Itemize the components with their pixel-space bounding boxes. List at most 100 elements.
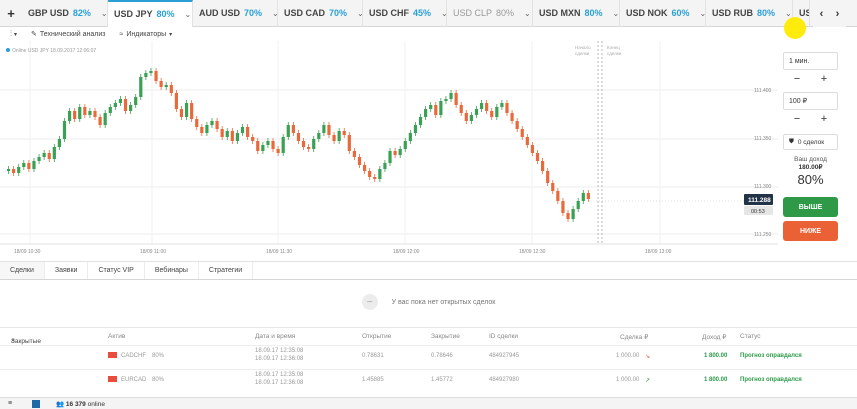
tab-usd-jpy[interactable]: USD JPY80%⌄✕: [108, 0, 193, 27]
indicators-button[interactable]: ≈ Индикаторы ▾: [120, 31, 173, 38]
technical-analysis-button[interactable]: ✎ Технический анализ: [31, 30, 106, 39]
candle-body: [540, 161, 545, 171]
candle-body: [47, 153, 51, 159]
candle-body: [413, 125, 418, 133]
tab-gbp-usd[interactable]: GBP USD82%⌄✕: [22, 0, 108, 27]
tab-usd-clp[interactable]: USD CLP80%⌄✕: [447, 0, 533, 27]
amount-decrease-button[interactable]: −: [784, 112, 810, 126]
close-price: 0.78646: [431, 353, 453, 359]
candle-body: [403, 141, 407, 149]
candle-body: [12, 169, 16, 173]
expiry-time-field[interactable]: 1 мин.: [783, 52, 838, 70]
col-income: Доход ₽: [702, 334, 727, 341]
chevron-down-icon[interactable]: ⌄: [185, 10, 192, 19]
time-decrease-button[interactable]: −: [784, 72, 810, 86]
candle-body: [52, 147, 56, 159]
candle-body: [449, 93, 453, 99]
chevron-down-icon[interactable]: ⌄: [101, 9, 107, 18]
candle-body: [271, 141, 275, 149]
candle-body: [73, 111, 77, 119]
candle-body: [352, 151, 357, 157]
candle-body: [368, 171, 372, 177]
tab-orders[interactable]: Заявки: [45, 262, 89, 279]
add-tab-button[interactable]: +: [0, 0, 22, 27]
tab-payout: 45%: [413, 8, 432, 18]
tab-usd-nok[interactable]: USD NOK60%⌄✕: [620, 0, 706, 27]
menu-icon[interactable]: ≡: [8, 400, 12, 407]
candle-body: [83, 107, 87, 115]
chevron-down-icon[interactable]: ⌄: [785, 9, 792, 18]
candle-body: [37, 157, 41, 161]
chevron-down-icon[interactable]: ⌄: [613, 9, 619, 18]
tabs-prev-button[interactable]: ‹: [813, 0, 830, 27]
tab-payout: 80%: [757, 8, 776, 18]
candle-body: [245, 127, 250, 137]
time-increase-button[interactable]: +: [811, 72, 837, 86]
candle-body: [67, 111, 72, 121]
tabs-next-button[interactable]: ›: [829, 0, 846, 27]
chevron-down-icon[interactable]: ⌄: [524, 9, 531, 18]
status: Прогноз оправдался: [740, 377, 802, 383]
minus-circle-icon: −: [361, 294, 378, 310]
candle-body: [327, 125, 331, 135]
income: 1 800.00: [704, 377, 728, 383]
chart-type-selector[interactable]: ⫶ ▾: [10, 29, 17, 39]
candle-body: [515, 121, 519, 129]
candle-body: [144, 73, 148, 77]
candle-body: [93, 111, 97, 117]
open-deals-empty: − У вас пока нет открытых сделок: [0, 287, 857, 317]
candle-body: [190, 103, 194, 119]
candle-body: [159, 81, 163, 87]
tab-usd-cad[interactable]: USD CAD70%⌄✕: [278, 0, 363, 27]
candle-body: [6, 169, 11, 171]
table-row[interactable]: CADCHF 80% 18.09.17 12:35:08 18.09.17 12:36…: [0, 345, 857, 369]
tab-usd-chf[interactable]: USD CHF45%⌄✕: [363, 0, 447, 27]
tab-aud-usd[interactable]: AUD USD70%⌄✕: [193, 0, 278, 27]
tab-usd-rub[interactable]: USD RUB80%⌄✕: [706, 0, 793, 27]
tab-usd-mxn[interactable]: USD MXN80%⌄✕: [533, 0, 620, 27]
candle-body: [256, 141, 260, 151]
time-tick-label: 18/09 12:30: [519, 249, 546, 255]
candle-body: [174, 93, 178, 109]
flag: [108, 352, 117, 358]
candle-body: [342, 131, 346, 135]
candle-body: [429, 105, 433, 109]
candle-body: [418, 117, 423, 125]
candle-body: [32, 161, 36, 169]
tab-strategies[interactable]: Стратегии: [199, 262, 254, 279]
candle-body: [439, 101, 443, 115]
lower-button[interactable]: НИЖЕ: [783, 221, 838, 241]
tab-payout: 60%: [671, 8, 690, 18]
candle-body: [586, 193, 590, 199]
tab-vip[interactable]: Статус VIP: [88, 262, 145, 279]
income-block: Ваш доход 180.00₽ 80%: [794, 156, 827, 187]
status: Прогноз оправдался: [740, 353, 802, 359]
tab-deals[interactable]: Сделки: [0, 262, 45, 279]
candle-body: [490, 111, 494, 117]
table-row[interactable]: EURCAD 80% 18.09.17 12:35:08 18.09.17 12:36…: [0, 369, 857, 393]
shield-icon: ⛊: [789, 138, 794, 145]
candle-body: [495, 107, 499, 117]
tab-webinars[interactable]: Вебинары: [145, 262, 199, 279]
price-tick-label: 111.400: [754, 88, 772, 94]
direction-icon: ↗: [645, 378, 651, 384]
candle-body: [474, 109, 479, 115]
asset-tabs-bar: + GBP USD82%⌄✕USD JPY80%⌄✕AUD USD70%⌄✕US…: [0, 0, 857, 27]
cursor-highlight: [784, 17, 806, 39]
amount-increase-button[interactable]: +: [811, 112, 837, 126]
current-price-label: 111.288: [748, 197, 771, 204]
price-chart[interactable]: 111.400 111.350 111.300 111.250 18/09 10:30 1…: [0, 41, 780, 259]
date-close: 18.09.17 12:36:08: [255, 380, 304, 386]
candle-body: [322, 125, 326, 133]
amount-field[interactable]: 100 ₽: [783, 92, 838, 110]
tab-label: USD MXN: [539, 8, 581, 18]
time-tick-label: 18/09 13:00: [645, 249, 672, 255]
closed-deals-header: Закрытые ˄ Актив Дата и время Открытие З…: [0, 327, 857, 345]
candle-body: [500, 103, 504, 107]
analysis-icon: ✎: [31, 31, 37, 38]
higher-button[interactable]: ВЫШЕ: [783, 197, 838, 217]
candlestick-chart[interactable]: 111.400 111.350 111.300 111.250 18/09 10:30 1…: [0, 41, 780, 259]
payout: 80%: [152, 353, 165, 359]
candle-body: [581, 193, 585, 201]
candle-body: [98, 117, 102, 125]
